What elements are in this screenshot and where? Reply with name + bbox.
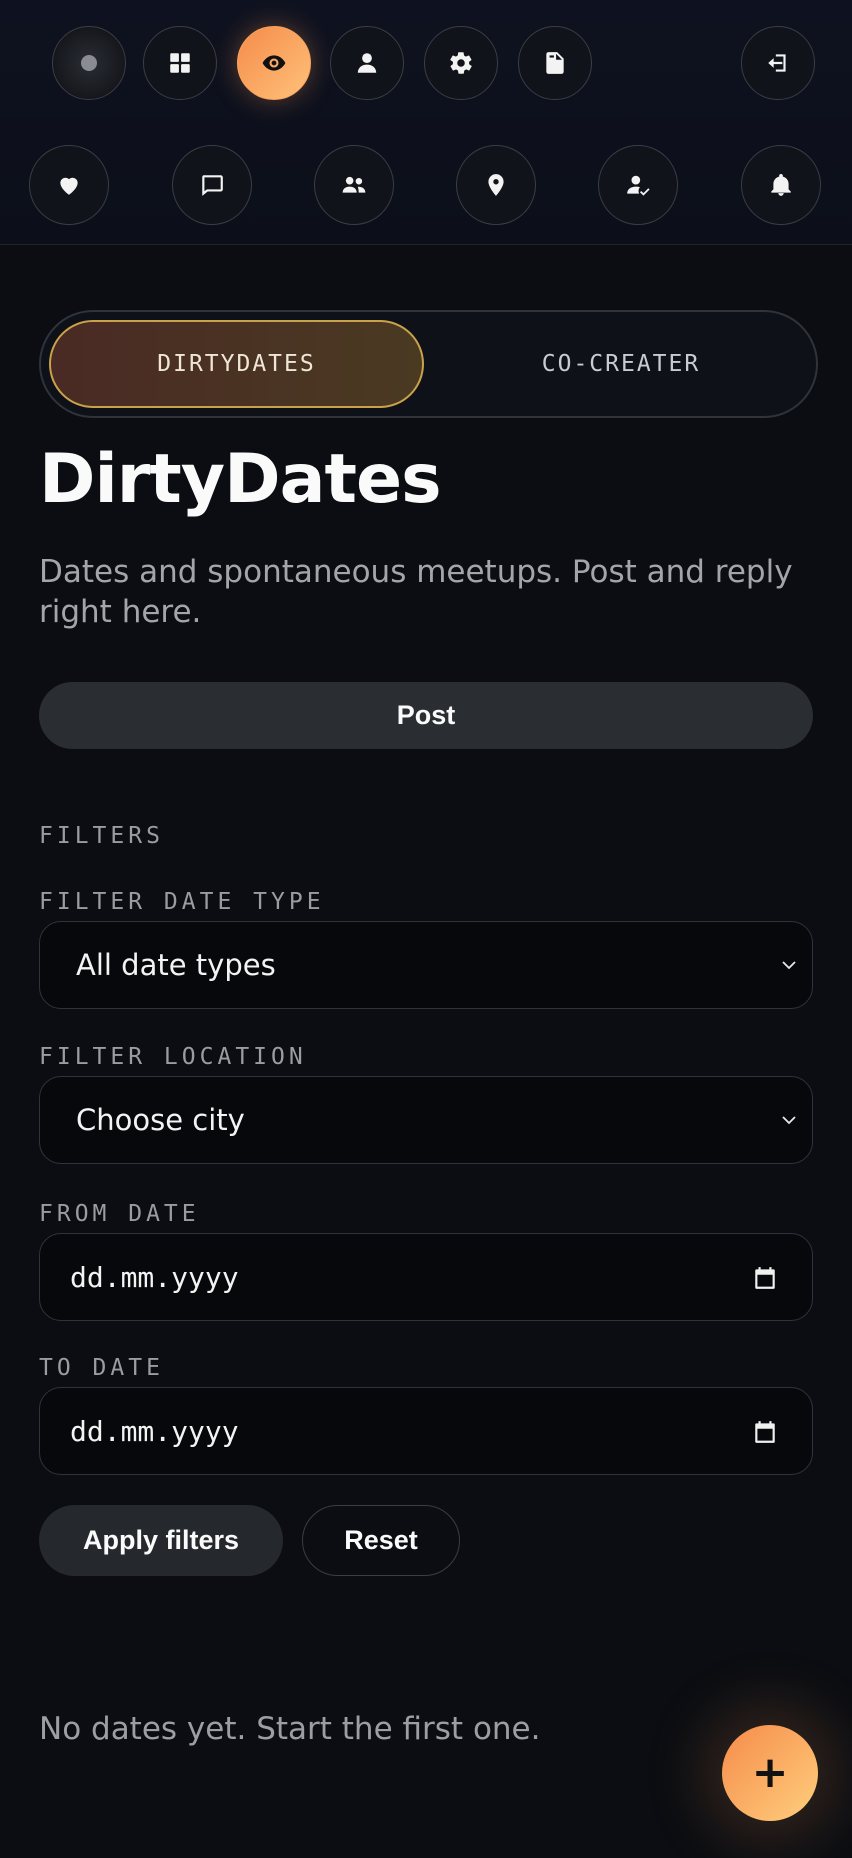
- heart-icon: [60, 177, 78, 195]
- top-navigation: [0, 0, 852, 245]
- calendar-icon[interactable]: [752, 1264, 778, 1292]
- profile-button[interactable]: [330, 26, 404, 100]
- friends-button[interactable]: [314, 145, 394, 225]
- gear-icon: [450, 52, 472, 74]
- to-date-label: TO DATE: [39, 1355, 164, 1381]
- location-select[interactable]: Choose city: [39, 1076, 813, 1164]
- file-icon: [546, 52, 564, 74]
- user-check-icon: [627, 175, 650, 196]
- chat-icon: [202, 175, 223, 196]
- create-date-button[interactable]: +: [722, 1725, 818, 1821]
- users-icon: [342, 176, 366, 193]
- date-type-value: All date types: [76, 948, 276, 982]
- page-title: DirtyDates: [39, 440, 442, 519]
- to-date-placeholder: dd.mm.yyyy: [70, 1414, 239, 1448]
- from-date-label: FROM DATE: [39, 1201, 200, 1227]
- calendar-icon[interactable]: [752, 1418, 778, 1446]
- from-date-placeholder: dd.mm.yyyy: [70, 1260, 239, 1294]
- to-date-input[interactable]: dd.mm.yyyy: [39, 1387, 813, 1475]
- date-type-select[interactable]: All date types: [39, 921, 813, 1009]
- grid-icon: [170, 53, 190, 73]
- favorites-button[interactable]: [29, 145, 109, 225]
- chevron-down-icon: [782, 1116, 796, 1125]
- bell-icon: [771, 173, 791, 196]
- document-button[interactable]: [518, 26, 592, 100]
- location-label: FILTER LOCATION: [39, 1044, 307, 1070]
- location-value: Choose city: [76, 1103, 245, 1137]
- page-subtitle: Dates and spontaneous meetups. Post and …: [39, 554, 793, 630]
- locations-button[interactable]: [456, 145, 536, 225]
- user-icon: [357, 53, 377, 73]
- verified-users-button[interactable]: [598, 145, 678, 225]
- post-button[interactable]: Post: [39, 682, 813, 749]
- chevron-down-icon: [782, 961, 796, 970]
- logout-icon: [768, 54, 786, 72]
- tab-dirtydates[interactable]: DIRTYDATES: [49, 320, 424, 408]
- empty-state-message: No dates yet. Start the first one.: [39, 1711, 541, 1747]
- settings-button[interactable]: [424, 26, 498, 100]
- from-date-input[interactable]: dd.mm.yyyy: [39, 1233, 813, 1321]
- dashboard-button[interactable]: [143, 26, 217, 100]
- reset-button[interactable]: Reset: [302, 1505, 460, 1576]
- eye-icon: [262, 55, 286, 71]
- plus-icon: +: [751, 1747, 789, 1798]
- notifications-button[interactable]: [741, 145, 821, 225]
- section-switcher: DIRTYDATES CO-CREATER: [39, 310, 818, 418]
- filters-heading: FILTERS: [39, 823, 164, 849]
- view-button[interactable]: [237, 26, 311, 100]
- location-pin-icon: [488, 174, 504, 196]
- tab-co-creater[interactable]: CO-CREATER: [436, 320, 806, 408]
- status-dot-button[interactable]: [52, 26, 126, 100]
- status-dot-icon: [81, 55, 97, 71]
- apply-filters-button[interactable]: Apply filters: [39, 1505, 283, 1576]
- messages-button[interactable]: [172, 145, 252, 225]
- logout-button[interactable]: [741, 26, 815, 100]
- date-type-label: FILTER DATE TYPE: [39, 889, 325, 915]
